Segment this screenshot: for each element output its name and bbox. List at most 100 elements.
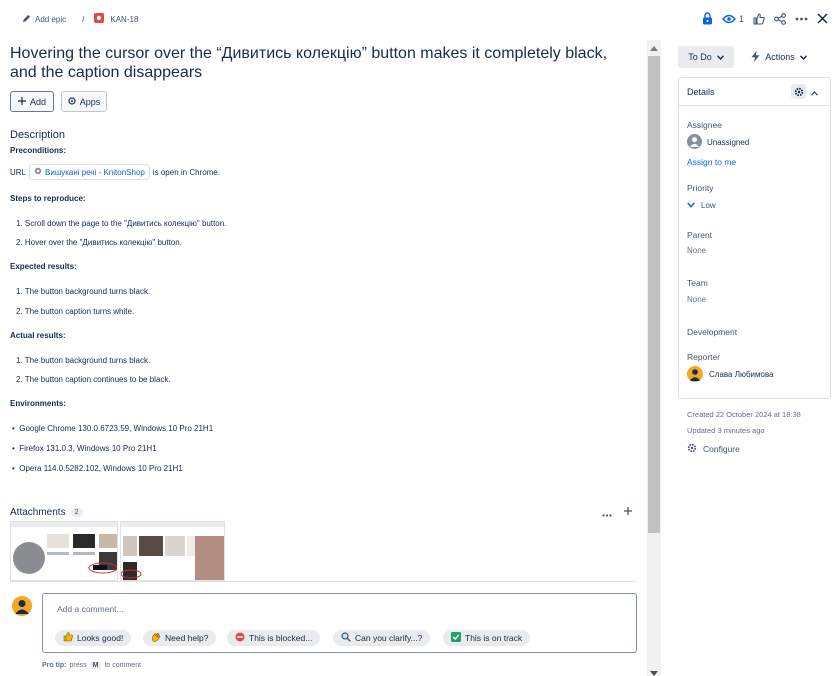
quick-reply-label: Can you clarify...? <box>355 633 423 643</box>
watch-count: 1 <box>738 13 744 24</box>
attachments-heading: Attachments 2 <box>10 507 83 518</box>
list-item: • Google Chrome 130.0.6723.59, Windows 1… <box>12 424 214 433</box>
attachments-more-icon[interactable] <box>602 509 612 519</box>
lock-icon[interactable] <box>702 12 713 25</box>
priority-field[interactable]: Low <box>687 200 716 210</box>
steps-label: Steps to reproduce: <box>10 194 86 203</box>
attachments-label: Attachments <box>10 507 66 518</box>
list-item: 1. The button background turns black. <box>16 356 151 365</box>
actions-dropdown[interactable]: Actions <box>744 46 814 68</box>
status-dropdown[interactable]: To Do <box>678 46 734 68</box>
avatar <box>687 366 703 382</box>
issue-toolbar: 1 <box>702 12 828 25</box>
list-item: 2. The button caption continues to be bl… <box>16 375 171 384</box>
plus-icon <box>17 96 26 107</box>
quick-reply-can-you-clarify[interactable]: Can you clarify...? <box>333 630 431 646</box>
development-label: Development <box>687 327 738 337</box>
scroll-down-arrow-icon[interactable] <box>650 668 658 676</box>
chevron-down-icon <box>799 52 807 62</box>
close-icon[interactable] <box>817 13 828 24</box>
url-link[interactable]: Вишукані речі - KnitonShop <box>29 164 150 180</box>
environments-label: Environments: <box>10 399 67 408</box>
assignee-label: Assignee <box>687 120 722 130</box>
reporter-label: Reporter <box>687 352 721 362</box>
comment-input[interactable]: Add a comment... <box>57 604 124 614</box>
eye-icon <box>722 14 736 24</box>
add-button[interactable]: Add <box>10 91 54 112</box>
url-line: URL Вишукані речі - KnitonShop is open i… <box>10 164 220 180</box>
breadcrumb: Add epic / KAN-18 <box>22 13 138 25</box>
site-favicon-icon <box>34 167 42 177</box>
list-item: • Firefox 131.0.3, Windows 10 Pro 21H1 <box>12 444 157 453</box>
apps-button[interactable]: Apps <box>61 91 107 112</box>
check-box-icon <box>451 632 461 644</box>
list-item: 2. Hover over the "Дивитись колекцію" bu… <box>16 238 182 247</box>
assign-to-me-link[interactable]: Assign to me <box>687 157 736 167</box>
issue-key-link[interactable]: KAN-18 <box>110 15 138 24</box>
details-header[interactable]: Details <box>679 78 830 106</box>
reporter-value: Слава Любимова <box>709 369 774 379</box>
quick-reply-label: Looks good! <box>77 633 124 643</box>
attachments-add-icon[interactable] <box>623 506 633 518</box>
quick-reply-label: Need help? <box>165 633 209 643</box>
team-label: Team <box>687 278 708 288</box>
quick-reply-need-help[interactable]: Need help? <box>143 630 217 646</box>
attachment-thumbnail[interactable] <box>120 521 225 581</box>
thumbs-up-emoji-icon <box>63 632 73 644</box>
attachments-count-badge: 2 <box>70 508 83 517</box>
url-prefix: URL <box>10 167 27 177</box>
add-epic-link[interactable]: Add epic <box>35 15 66 24</box>
share-icon[interactable] <box>774 12 786 25</box>
priority-label: Priority <box>687 183 714 193</box>
quick-reply-label: This is on track <box>465 633 523 643</box>
quick-reply-this-is-on-track[interactable]: This is on track <box>443 630 531 646</box>
preconditions-label: Preconditions: <box>10 146 67 155</box>
pencil-icon <box>22 14 31 25</box>
pro-tip-press: press <box>69 662 87 669</box>
url-link-label: Вишукані речі - KnitonShop <box>45 167 145 177</box>
reporter-field[interactable]: Слава Любимова <box>687 366 774 382</box>
no-entry-icon <box>235 632 245 644</box>
details-panel: Details Assignee Unassigned Assign to me… <box>678 77 831 399</box>
configure-label: Configure <box>703 444 740 454</box>
gear-icon <box>687 443 697 455</box>
apps-button-label: Apps <box>79 96 101 107</box>
comment-box[interactable]: Add a comment... Looks good! Need help? … <box>42 593 637 653</box>
team-value[interactable]: None <box>687 295 706 304</box>
configure-button[interactable]: Configure <box>687 443 740 455</box>
comment-divider <box>10 581 636 582</box>
unassigned-avatar-icon <box>687 134 702 151</box>
priority-value: Low <box>701 200 716 210</box>
quick-reply-looks-good[interactable]: Looks good! <box>55 630 132 646</box>
watch-button[interactable]: 1 <box>722 14 744 24</box>
chevron-down-icon <box>716 52 724 62</box>
quick-reply-this-is-blocked[interactable]: This is blocked... <box>227 630 321 646</box>
attachment-thumbnail[interactable] <box>10 521 118 581</box>
url-suffix: is open in Chrome. <box>152 167 220 177</box>
assignee-field[interactable]: Unassigned <box>687 134 749 151</box>
chevron-up-icon[interactable] <box>810 88 819 98</box>
keyboard-key: M <box>89 662 102 669</box>
current-user-avatar <box>12 596 32 616</box>
description-heading: Description <box>10 129 66 141</box>
scroll-up-arrow-icon[interactable] <box>650 43 658 53</box>
breadcrumb-separator: / <box>82 14 85 24</box>
waving-hand-icon <box>151 632 161 644</box>
thumbs-up-icon[interactable] <box>753 12 765 25</box>
bug-icon <box>94 13 105 25</box>
magnifier-icon <box>341 632 351 644</box>
lightning-icon <box>751 50 760 64</box>
scrollbar-thumb[interactable] <box>648 56 660 533</box>
parent-value[interactable]: None <box>687 246 706 255</box>
assignee-value: Unassigned <box>707 138 750 147</box>
status-label: To Do <box>688 52 712 62</box>
issue-title[interactable]: Hovering the cursor over the “Дивитись к… <box>10 44 635 82</box>
pro-tip-label: Pro tip: <box>42 662 67 669</box>
gear-icon[interactable] <box>791 84 806 99</box>
list-item: • Opera 114.0.5282.102, Windows 10 Pro 2… <box>12 464 183 473</box>
parent-label: Parent <box>687 230 713 240</box>
list-item: 1. Scroll down the page to the "Дивитись… <box>16 219 227 228</box>
pro-tip-suffix: to comment <box>104 662 142 669</box>
pro-tip: Pro tip: press M to comment <box>42 662 141 669</box>
more-icon[interactable] <box>795 17 808 21</box>
